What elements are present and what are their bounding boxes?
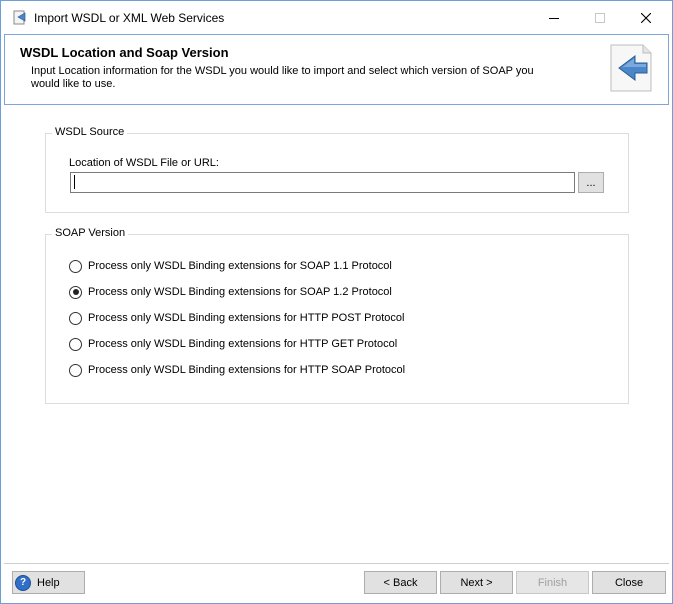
maximize-button [577, 1, 623, 34]
radio-button[interactable] [69, 337, 82, 351]
import-wsdl-dialog: Import WSDL or XML Web Services WSDL Loc… [0, 0, 673, 604]
text-caret [74, 175, 75, 189]
radio-http-get[interactable]: Process only WSDL Binding extensions for… [69, 336, 397, 352]
close-icon [641, 12, 651, 23]
radio-http-soap[interactable]: Process only WSDL Binding extensions for… [69, 362, 405, 378]
browse-button[interactable]: ... [578, 172, 604, 193]
radio-soap-1-2[interactable]: Process only WSDL Binding extensions for… [69, 284, 392, 300]
minimize-button[interactable] [531, 1, 577, 34]
help-icon: ? [15, 574, 31, 591]
footer-divider [4, 563, 669, 564]
back-arrow-icon [610, 44, 652, 92]
radio-soap-1-1[interactable]: Process only WSDL Binding extensions for… [69, 258, 392, 274]
header-banner: WSDL Location and Soap Version Input Loc… [4, 34, 669, 105]
soap-version-group: SOAP Version Process only WSDL Binding e… [45, 227, 629, 404]
next-button[interactable]: Next > [440, 571, 513, 594]
window-title: Import WSDL or XML Web Services [34, 11, 225, 25]
radio-label: Process only WSDL Binding extensions for… [88, 286, 392, 298]
page-title: WSDL Location and Soap Version [20, 45, 229, 60]
wsdl-location-input[interactable] [70, 172, 575, 193]
close-window-button[interactable] [623, 1, 669, 34]
radio-button-checked[interactable] [69, 285, 82, 299]
wsdl-source-group: WSDL Source Location of WSDL File or URL… [45, 126, 629, 213]
minimize-icon [549, 17, 559, 19]
help-button-label: Help [37, 576, 60, 589]
radio-label: Process only WSDL Binding extensions for… [88, 364, 406, 376]
maximize-icon [595, 12, 605, 23]
help-button[interactable]: ? Help [12, 571, 85, 594]
radio-label: Process only WSDL Binding extensions for… [88, 312, 405, 324]
radio-http-post[interactable]: Process only WSDL Binding extensions for… [69, 310, 404, 326]
title-bar[interactable]: Import WSDL or XML Web Services [1, 1, 672, 34]
finish-button: Finish [516, 571, 589, 594]
radio-button[interactable] [69, 259, 82, 273]
wsdl-location-label: Location of WSDL File or URL: [69, 157, 219, 169]
radio-button[interactable] [69, 311, 82, 325]
back-button[interactable]: < Back [364, 571, 437, 594]
radio-label: Process only WSDL Binding extensions for… [88, 338, 398, 350]
radio-label: Process only WSDL Binding extensions for… [88, 260, 392, 272]
radio-button[interactable] [69, 363, 82, 377]
soap-version-label: SOAP Version [52, 227, 129, 239]
import-wsdl-icon [13, 10, 26, 25]
wsdl-source-label: WSDL Source [52, 126, 128, 138]
page-description: Input Location information for the WSDL … [31, 65, 534, 90]
close-button[interactable]: Close [592, 571, 666, 594]
